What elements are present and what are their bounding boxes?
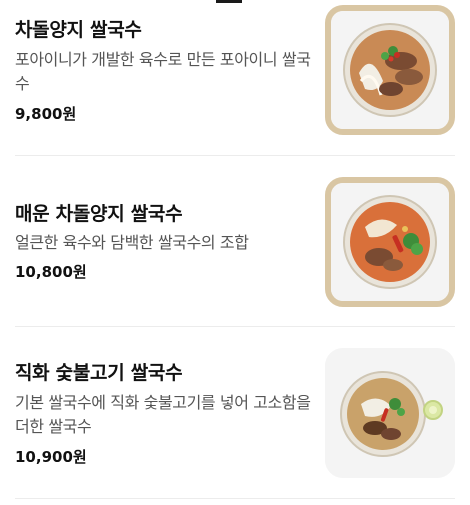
spicy-pho-bowl-icon [331, 183, 449, 301]
pho-bowl-icon [331, 11, 449, 129]
divider [15, 498, 455, 499]
menu-item-name: 직화 숯불고기 쌀국수 [15, 362, 183, 384]
menu-item-description: 기본 쌀국수에 직화 숯불고기를 넣어 고소함을 더한 쌀국수 [15, 393, 311, 436]
menu-item-image[interactable] [325, 5, 455, 135]
active-tab-indicator [216, 0, 242, 3]
menu-item-spicy-chadol-pho[interactable]: 매운 차돌양지 쌀국수 얼큰한 육수와 담백한 쌀국수의 조합 10,800원 [15, 177, 455, 332]
menu-item-chadol-pho[interactable]: 차돌양지 쌀국수 포아이니가 개발한 육수로 만든 포아이니 쌀국수 9,800… [15, 5, 455, 160]
divider [15, 326, 455, 327]
menu-item-price: 10,900원 [15, 448, 87, 466]
menu-item-name: 매운 차돌양지 쌀국수 [15, 203, 183, 225]
menu-item-price: 9,800원 [15, 105, 77, 123]
menu-item-grilled-pork-pho[interactable]: 직화 숯불고기 쌀국수 기본 쌀국수에 직화 숯불고기를 넣어 고소함을 더한 … [15, 348, 455, 503]
grilled-pork-pho-bowl-icon [325, 348, 455, 478]
menu-list-page: 차돌양지 쌀국수 포아이니가 개발한 육수로 만든 포아이니 쌀국수 9,800… [0, 0, 470, 505]
menu-item-name: 차돌양지 쌀국수 [15, 19, 142, 41]
divider [15, 155, 455, 156]
menu-item-image[interactable] [325, 177, 455, 307]
menu-item-description: 얼큰한 육수와 담백한 쌀국수의 조합 [15, 233, 249, 252]
menu-item-image[interactable] [325, 348, 455, 478]
menu-item-description: 포아이니가 개발한 육수로 만든 포아이니 쌀국수 [15, 50, 311, 93]
menu-item-price: 10,800원 [15, 263, 87, 281]
